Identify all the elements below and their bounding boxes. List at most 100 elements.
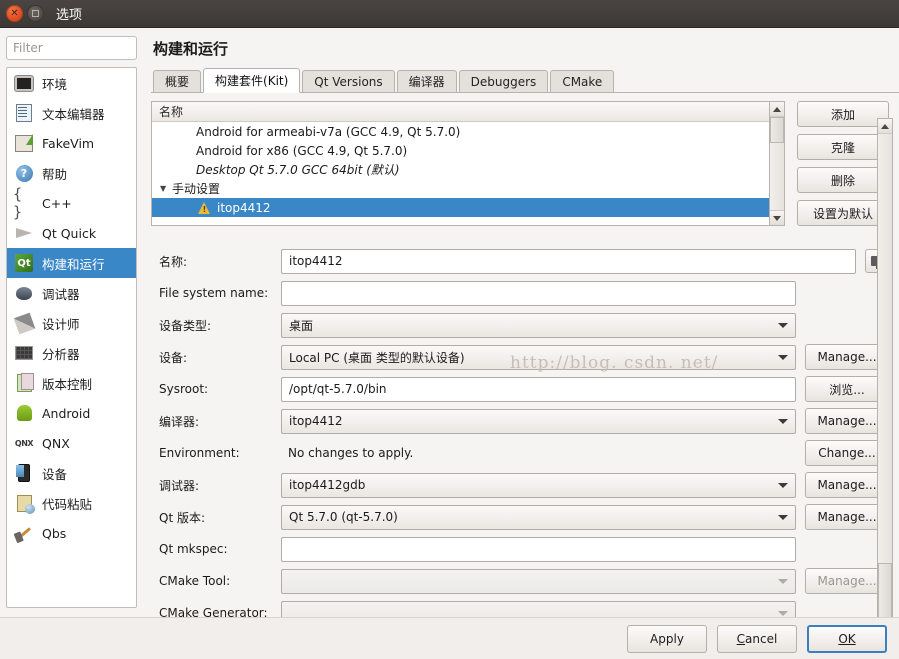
clone-kit-button[interactable]: 克隆 xyxy=(797,134,889,160)
apply-button[interactable]: Apply xyxy=(627,625,707,653)
button-label: 设置为默认 xyxy=(813,205,873,222)
field-textbox[interactable]: itop4412 xyxy=(281,249,856,274)
field-label: File system name: xyxy=(151,286,281,300)
cancel-button[interactable]: Cancel xyxy=(717,625,797,653)
sidebar-item-1[interactable]: 文本编辑器 xyxy=(7,98,136,128)
sidebar-item-10[interactable]: 版本控制 xyxy=(7,368,136,398)
sidebar-item-9[interactable]: 分析器 xyxy=(7,338,136,368)
android-icon xyxy=(13,402,35,424)
field-combobox[interactable] xyxy=(281,569,796,594)
tab-0[interactable]: 概要 xyxy=(153,70,201,92)
kit-tree[interactable]: 名称 Android for armeabi-v7a (GCC 4.9, Qt … xyxy=(151,101,770,226)
tab-4[interactable]: Debuggers xyxy=(459,70,549,92)
maximize-icon[interactable] xyxy=(27,5,44,22)
field-textbox[interactable] xyxy=(281,537,796,562)
field-label: Environment: xyxy=(151,446,281,460)
add-kit-button[interactable]: 添加 xyxy=(797,101,889,127)
filter-input[interactable] xyxy=(6,36,137,60)
chevron-down-icon[interactable] xyxy=(778,483,788,488)
field-label: 名称: xyxy=(151,253,281,270)
kit-row[interactable]: Android for x86 (GCC 4.9, Qt 5.7.0) xyxy=(152,141,769,160)
bug-icon xyxy=(13,282,35,304)
kit-row[interactable]: ▼手动设置 xyxy=(152,179,769,198)
field-combobox[interactable]: itop4412gdb xyxy=(281,473,796,498)
form-row: 设备类型:桌面 xyxy=(151,311,889,339)
chevron-down-icon[interactable] xyxy=(778,355,788,360)
sidebar-item-4[interactable]: { }C++ xyxy=(7,188,136,218)
field-combobox[interactable]: itop4412 xyxy=(281,409,796,434)
sidebar-item-14[interactable]: 代码粘贴 xyxy=(7,488,136,518)
scroll-down-icon[interactable] xyxy=(770,210,784,225)
chevron-down-icon[interactable] xyxy=(778,323,788,328)
tab-bar[interactable]: 概要构建套件(Kit)Qt Versions 编译器 DebuggersCMake xyxy=(151,68,899,93)
form-row: Qt 版本:Qt 5.7.0 (qt-5.7.0)Manage... xyxy=(151,503,889,531)
sidebar-item-2[interactable]: FakeVim xyxy=(7,128,136,158)
button-label: Manage... xyxy=(817,574,876,588)
field-combobox[interactable]: Local PC (桌面 类型的默认设备) xyxy=(281,345,796,370)
ok-button[interactable]: OK xyxy=(807,625,887,653)
scroll-up-icon[interactable] xyxy=(770,102,784,117)
designer-brush-icon xyxy=(13,312,35,334)
tab-label: 编译器 xyxy=(409,73,445,90)
kit-scroll-track[interactable] xyxy=(770,117,784,210)
pane-scrollbar[interactable] xyxy=(877,118,893,657)
sidebar-item-label: 设备 xyxy=(42,464,67,483)
chevron-down-icon[interactable] xyxy=(778,611,788,616)
sidebar-item-label: QNX xyxy=(42,436,70,451)
paper-plane-icon xyxy=(13,222,35,244)
kit-row-label: 手动设置 xyxy=(172,180,220,197)
sidebar-item-8[interactable]: 设计师 xyxy=(7,308,136,338)
pane-scroll-up-icon[interactable] xyxy=(878,119,892,134)
field-combobox[interactable]: 桌面 xyxy=(281,313,796,338)
window-title: 选项 xyxy=(56,4,82,23)
kit-scroll-thumb[interactable] xyxy=(770,117,784,143)
analyzer-icon xyxy=(13,342,35,364)
tab-2[interactable]: Qt Versions xyxy=(302,70,394,92)
qbs-hammer-icon xyxy=(13,522,35,544)
chevron-down-icon[interactable]: ▼ xyxy=(160,184,172,193)
close-icon[interactable]: ✕ xyxy=(6,5,23,22)
field-textbox[interactable] xyxy=(281,281,796,306)
cancel-label: Cancel xyxy=(737,632,778,646)
sidebar-item-12[interactable]: QNXQNX xyxy=(7,428,136,458)
form-row: 名称:itop4412 xyxy=(151,247,889,275)
sidebar-item-6[interactable]: Qt构建和运行 xyxy=(7,248,136,278)
button-label: Manage... xyxy=(817,414,876,428)
sidebar-item-0[interactable]: 环境 xyxy=(7,68,136,98)
sidebar-item-5[interactable]: Qt Quick xyxy=(7,218,136,248)
category-list[interactable]: 环境文本编辑器 FakeVim ?帮助{ }C++Qt QuickQt构建和运行调试… xyxy=(6,67,137,608)
close-glyph: ✕ xyxy=(7,6,22,21)
sidebar-item-3[interactable]: ?帮助 xyxy=(7,158,136,188)
sidebar-item-7[interactable]: 调试器 xyxy=(7,278,136,308)
text-editor-icon xyxy=(13,102,35,124)
sidebar-item-11[interactable]: Android xyxy=(7,398,136,428)
dialog-footer: Apply Cancel OK xyxy=(0,617,899,659)
make-default-kit-button[interactable]: 设置为默认 xyxy=(797,200,889,226)
chevron-down-icon[interactable] xyxy=(778,579,788,584)
chevron-down-icon[interactable] xyxy=(778,515,788,520)
remove-kit-button[interactable]: 删除 xyxy=(797,167,889,193)
sidebar-item-label: 构建和运行 xyxy=(42,254,105,273)
kit-row[interactable]: Android for armeabi-v7a (GCC 4.9, Qt 5.7… xyxy=(152,122,769,141)
kit-row[interactable]: Desktop Qt 5.7.0 GCC 64bit (默认) xyxy=(152,160,769,179)
sidebar-item-label: FakeVim xyxy=(42,136,94,151)
tab-3[interactable]: 编译器 xyxy=(397,70,457,92)
field-combobox[interactable]: Qt 5.7.0 (qt-5.7.0) xyxy=(281,505,796,530)
sidebar-item-label: Android xyxy=(42,406,90,421)
kit-list-scrollbar[interactable] xyxy=(770,101,785,226)
kit-row[interactable]: itop4412 xyxy=(152,198,769,217)
kit-rows[interactable]: Android for armeabi-v7a (GCC 4.9, Qt 5.7… xyxy=(152,122,769,217)
field-label: 编译器: xyxy=(151,413,281,430)
field-value: Local PC (桌面 类型的默认设备) xyxy=(289,349,465,366)
tab-5[interactable]: CMake xyxy=(550,70,614,92)
maximize-glyph xyxy=(28,6,43,21)
tab-1[interactable]: 构建套件(Kit) xyxy=(203,68,300,93)
pane-scroll-track[interactable] xyxy=(878,134,892,641)
chevron-down-icon[interactable] xyxy=(778,419,788,424)
field-textbox[interactable]: /opt/qt-5.7.0/bin xyxy=(281,377,796,402)
sidebar-item-13[interactable]: 设备 xyxy=(7,458,136,488)
sidebar-item-label: 环境 xyxy=(42,74,67,93)
kit-row-label: Android for x86 (GCC 4.9, Qt 5.7.0) xyxy=(196,144,407,158)
sidebar-item-15[interactable]: Qbs xyxy=(7,518,136,548)
field-value: itop4412gdb xyxy=(289,478,365,492)
